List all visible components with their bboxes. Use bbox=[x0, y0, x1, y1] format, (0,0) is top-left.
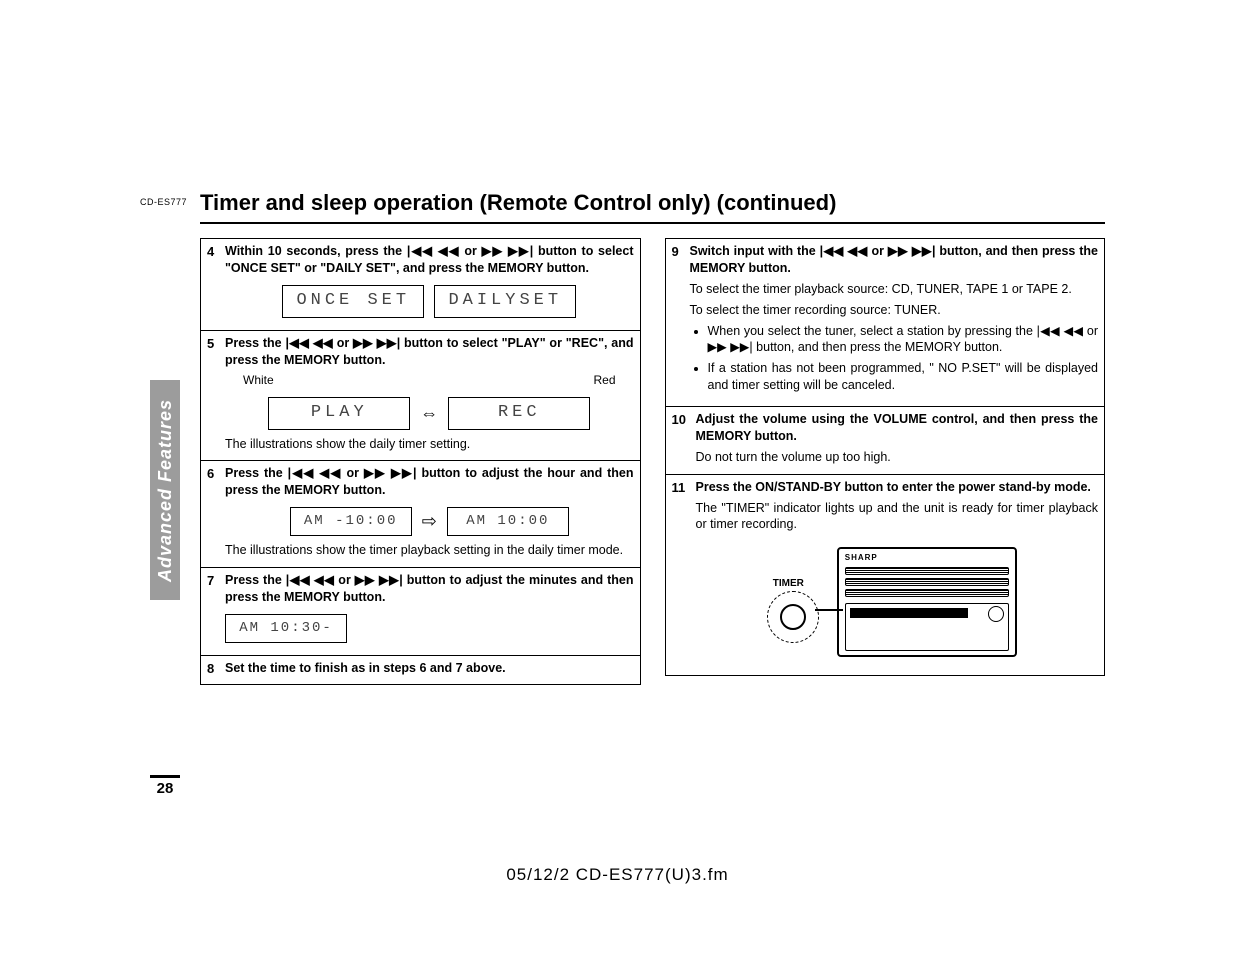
model-code: CD-ES777 bbox=[140, 197, 187, 207]
step-11: 11 Press the ON/STAND-BY button to enter… bbox=[666, 475, 1105, 676]
lcd-row: AM 10:30- bbox=[225, 614, 634, 643]
skip-icon: |◀◀ ◀◀ or ▶▶ ▶▶| bbox=[288, 466, 417, 480]
lcd-row: PLAY ⇔ REC bbox=[225, 397, 634, 430]
step-number: 10 bbox=[672, 411, 694, 429]
lcd-play: PLAY bbox=[268, 397, 410, 430]
step-caption: The illustrations show the daily timer s… bbox=[225, 436, 634, 453]
timer-dial-icon bbox=[767, 591, 819, 643]
lcd-minutes: AM 10:30- bbox=[225, 614, 347, 643]
lcd-row: ONCE SET DAILYSET bbox=[225, 285, 634, 318]
step-note: The "TIMER" indicator lights up and the … bbox=[696, 500, 1099, 534]
skip-icon: |◀◀ ◀◀ or ▶▶ ▶▶| bbox=[286, 573, 403, 587]
page-number: 28 bbox=[150, 775, 180, 797]
step-text: Adjust the volume using the VOLUME contr… bbox=[696, 412, 1099, 443]
color-labels: White Red bbox=[243, 372, 616, 388]
arrow-icon: ⇨ bbox=[422, 509, 437, 533]
lcd-hour-edit: AM -10:00 bbox=[290, 507, 412, 536]
lcd-once-set: ONCE SET bbox=[282, 285, 424, 318]
left-column: 4 Within 10 seconds, press the |◀◀ ◀◀ or… bbox=[200, 238, 641, 685]
step-4: 4 Within 10 seconds, press the |◀◀ ◀◀ or… bbox=[201, 239, 640, 331]
label-red: Red bbox=[593, 372, 615, 388]
hifi-unit-icon: SHARP bbox=[837, 547, 1017, 657]
step-note: To select the timer recording source: TU… bbox=[690, 302, 1099, 319]
right-column: 9 Switch input with the |◀◀ ◀◀ or ▶▶ ▶▶|… bbox=[665, 238, 1106, 676]
step-text: Press the ON/STAND-BY button to enter th… bbox=[696, 480, 1091, 494]
cd-slot-icon bbox=[845, 578, 1009, 586]
step-number: 9 bbox=[672, 243, 688, 261]
cd-slot-icon bbox=[845, 567, 1009, 575]
list-item: If a station has not been programmed, " … bbox=[708, 360, 1099, 394]
list-item: When you select the tuner, select a stat… bbox=[708, 323, 1099, 357]
page-title: Timer and sleep operation (Remote Contro… bbox=[200, 190, 1105, 216]
step-text: Press the |◀◀ ◀◀ or ▶▶ ▶▶| button to adj… bbox=[225, 573, 634, 604]
timer-label: TIMER bbox=[773, 577, 804, 591]
bullet-list: When you select the tuner, select a stat… bbox=[690, 323, 1099, 395]
step-text: Set the time to finish as in steps 6 and… bbox=[225, 661, 506, 675]
front-panel-icon bbox=[845, 603, 1009, 651]
step-number: 7 bbox=[207, 572, 223, 590]
skip-icon: |◀◀ ◀◀ or ▶▶ ▶▶| bbox=[285, 336, 400, 350]
step-text: Press the |◀◀ ◀◀ or ▶▶ ▶▶| button to sel… bbox=[225, 336, 634, 367]
leader-line bbox=[815, 609, 843, 611]
lcd-row: AM -10:00 ⇨ AM 10:00 bbox=[225, 507, 634, 536]
section-tab: Advanced Features bbox=[150, 380, 180, 600]
step-number: 11 bbox=[672, 479, 694, 497]
step-note: Do not turn the volume up too high. bbox=[696, 449, 1099, 466]
step-number: 6 bbox=[207, 465, 223, 483]
step-5: 5 Press the |◀◀ ◀◀ or ▶▶ ▶▶| button to s… bbox=[201, 331, 640, 462]
step-10: 10 Adjust the volume using the VOLUME co… bbox=[666, 407, 1105, 475]
skip-icon: |◀◀ ◀◀ or ▶▶ ▶▶| bbox=[407, 244, 533, 258]
step-text: Switch input with the |◀◀ ◀◀ or ▶▶ ▶▶| b… bbox=[690, 244, 1099, 275]
lcd-rec: REC bbox=[448, 397, 590, 430]
brand-label: SHARP bbox=[845, 553, 1009, 564]
knob-icon bbox=[988, 606, 1004, 622]
lcd-hour-set: AM 10:00 bbox=[447, 507, 569, 536]
skip-icon: |◀◀ ◀◀ or ▶▶ ▶▶| bbox=[820, 244, 936, 258]
footer-text: 05/12/2 CD-ES777(U)3.fm bbox=[0, 865, 1235, 885]
step-6: 6 Press the |◀◀ ◀◀ or ▶▶ ▶▶| button to a… bbox=[201, 461, 640, 568]
content-columns: 4 Within 10 seconds, press the |◀◀ ◀◀ or… bbox=[200, 238, 1105, 685]
step-number: 4 bbox=[207, 243, 223, 261]
step-text: Press the |◀◀ ◀◀ or ▶▶ ▶▶| button to adj… bbox=[225, 466, 634, 497]
step-7: 7 Press the |◀◀ ◀◀ or ▶▶ ▶▶| button to a… bbox=[201, 568, 640, 656]
display-icon bbox=[850, 608, 968, 618]
step-text: Within 10 seconds, press the |◀◀ ◀◀ or ▶… bbox=[225, 244, 633, 275]
lcd-daily-set: DAILYSET bbox=[434, 285, 576, 318]
step-note: To select the timer playback source: CD,… bbox=[690, 281, 1099, 298]
manual-page: CD-ES777 Timer and sleep operation (Remo… bbox=[0, 0, 1235, 954]
label-white: White bbox=[243, 372, 274, 388]
step-9: 9 Switch input with the |◀◀ ◀◀ or ▶▶ ▶▶|… bbox=[666, 239, 1105, 407]
unit-illustration: TIMER SHARP bbox=[696, 547, 1099, 657]
step-number: 8 bbox=[207, 660, 223, 678]
cd-slot-icon bbox=[845, 589, 1009, 597]
step-caption: The illustrations show the timer playbac… bbox=[225, 542, 634, 559]
step-8: 8 Set the time to finish as in steps 6 a… bbox=[201, 656, 640, 685]
step-number: 5 bbox=[207, 335, 223, 353]
arrow-icon: ⇔ bbox=[420, 401, 438, 425]
title-rule bbox=[200, 222, 1105, 224]
